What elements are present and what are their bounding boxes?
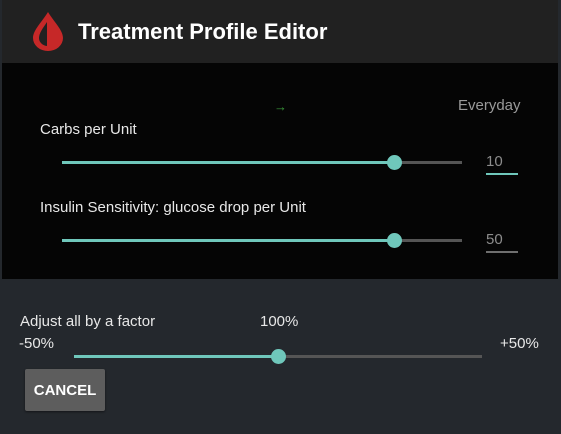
cancel-button[interactable]: CANCEL xyxy=(25,369,105,411)
sensitivity-slider[interactable] xyxy=(62,233,462,248)
sensitivity-slider-thumb[interactable] xyxy=(387,233,402,248)
factor-slider-thumb[interactable] xyxy=(271,349,286,364)
factor-slider[interactable] xyxy=(74,349,482,364)
profile-panel: → Everyday Carbs per Unit 10 Insulin Sen… xyxy=(2,63,558,279)
factor-max-label: +50% xyxy=(500,335,539,352)
factor-slider-fill xyxy=(74,355,278,358)
factor-value: 100% xyxy=(260,313,299,330)
factor-label: Adjust all by a factor xyxy=(20,313,156,330)
dialog-title: Treatment Profile Editor xyxy=(78,19,328,44)
carbs-slider[interactable] xyxy=(62,155,462,170)
carbs-input[interactable]: 10 xyxy=(486,149,518,175)
time-arrow: → xyxy=(274,99,287,114)
blood-drop-icon xyxy=(33,12,63,51)
sensitivity-label: Insulin Sensitivity: glucose drop per Un… xyxy=(40,199,306,216)
carbs-label: Carbs per Unit xyxy=(40,121,137,138)
carbs-slider-fill xyxy=(62,161,394,164)
sensitivity-input[interactable]: 50 xyxy=(486,227,518,253)
day-label: Everyday xyxy=(458,97,521,114)
carbs-slider-thumb[interactable] xyxy=(387,155,402,170)
title-bar: Treatment Profile Editor xyxy=(2,0,558,63)
factor-min-label: -50% xyxy=(19,335,55,352)
sensitivity-slider-fill xyxy=(62,239,394,242)
